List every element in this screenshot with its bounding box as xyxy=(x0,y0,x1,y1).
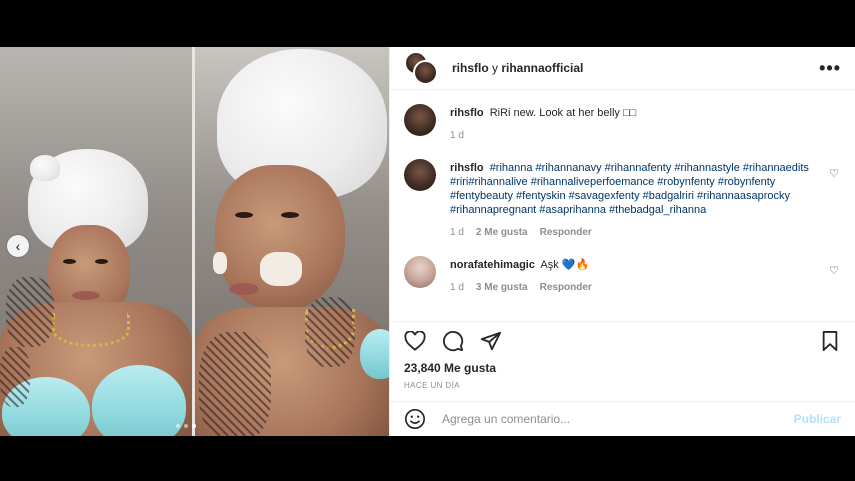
emoji-smiley-icon[interactable] xyxy=(404,408,426,430)
header-user1[interactable]: rihsflo xyxy=(452,61,489,75)
post-header: rihsflo y rihannaofficial ••• xyxy=(390,47,855,90)
carousel-dot xyxy=(176,424,180,428)
list-item: rihsflo #rihanna #rihannanavy #rihannafe… xyxy=(404,159,841,250)
bookmark-icon[interactable] xyxy=(819,330,841,352)
arm-tattoo-left xyxy=(0,347,30,407)
lips-right xyxy=(229,283,259,295)
bikini-strap-right xyxy=(360,329,389,379)
comment-time[interactable]: 1 d xyxy=(450,226,464,240)
avatar xyxy=(413,60,438,85)
avatar[interactable] xyxy=(404,256,436,288)
carousel-dots xyxy=(176,424,196,428)
comment-meta: 1 d 2 Me gusta Responder xyxy=(450,226,821,240)
caption-emoji: □□ xyxy=(622,107,637,119)
add-comment-bar: Publicar xyxy=(390,401,855,436)
comment-username[interactable]: norafatehimagic xyxy=(450,259,535,271)
comment-likes[interactable]: 3 Me gusta xyxy=(476,281,528,295)
share-send-icon[interactable] xyxy=(480,330,502,352)
heart-icon[interactable]: ♡ xyxy=(829,264,839,277)
header-usernames: rihsflo y rihannaofficial xyxy=(452,61,583,75)
publish-button[interactable]: Publicar xyxy=(794,412,841,426)
fire-emoji: 🔥 xyxy=(575,259,590,271)
avatar[interactable] xyxy=(404,159,436,191)
comment-username[interactable]: rihsflo xyxy=(450,162,484,174)
comment-meta: 1 d 3 Me gusta Responder xyxy=(450,281,841,295)
comment-bubble-icon[interactable] xyxy=(442,330,464,352)
comment-text: Aşk xyxy=(540,259,559,271)
hand-tattoo-right-2 xyxy=(305,297,355,367)
face-cream-2 xyxy=(213,252,227,274)
more-options-icon[interactable]: ••• xyxy=(819,59,841,77)
comment-body: norafatehimagic Aşk 💙🔥 1 d 3 Me gusta Re… xyxy=(450,256,841,305)
caption-body: rihsflo RiRi new. Look at her belly □□ 1… xyxy=(450,104,841,153)
photo-left xyxy=(0,47,192,436)
likes-count[interactable]: 23,840 Me gusta xyxy=(404,361,841,375)
like-heart-icon[interactable] xyxy=(404,330,426,352)
heart-icon[interactable]: ♡ xyxy=(829,167,839,180)
carousel-dot xyxy=(184,424,188,428)
post-side-panel: rihsflo y rihannaofficial ••• rihsflo Ri… xyxy=(389,47,855,436)
instagram-post: ‹ rihsflo y rihannaofficial ••• rihsflo xyxy=(0,47,855,436)
header-user2[interactable]: rihannaofficial xyxy=(501,61,583,75)
comment-body: rihsflo #rihanna #rihannanavy #rihannafe… xyxy=(450,159,841,250)
avatar[interactable] xyxy=(404,104,436,136)
action-icons xyxy=(404,330,841,352)
reply-button[interactable]: Responder xyxy=(540,281,592,295)
reply-button[interactable]: Responder xyxy=(540,226,592,240)
post-media[interactable]: ‹ xyxy=(0,47,389,436)
carousel-dot-active xyxy=(192,424,196,428)
eye-left-2 xyxy=(95,259,108,264)
caption: rihsflo RiRi new. Look at her belly □□ 1… xyxy=(404,104,841,153)
eye-left-1 xyxy=(63,259,76,264)
carousel-prev-button[interactable]: ‹ xyxy=(7,235,29,257)
necklace-left xyxy=(52,313,130,347)
caption-meta: 1 d xyxy=(450,129,841,143)
caption-text: RiRi new. Look at her belly xyxy=(489,107,620,119)
post-timestamp[interactable]: HACE UN DÍA xyxy=(404,381,841,390)
face-cream xyxy=(260,252,302,286)
photo-right xyxy=(195,47,389,436)
caption-time[interactable]: 1 d xyxy=(450,129,464,143)
eye-right-2 xyxy=(281,212,299,218)
list-item: norafatehimagic Aşk 💙🔥 1 d 3 Me gusta Re… xyxy=(404,256,841,305)
hand-tattoo-right xyxy=(199,332,271,436)
comments-list: rihsflo RiRi new. Look at her belly □□ 1… xyxy=(390,90,855,321)
comment-input[interactable] xyxy=(442,412,794,426)
comment-likes[interactable]: 2 Me gusta xyxy=(476,226,528,240)
towel-knot-left xyxy=(30,155,60,181)
caption-username[interactable]: rihsflo xyxy=(450,107,484,119)
header-separator: y xyxy=(488,61,502,75)
collab-avatars[interactable] xyxy=(404,51,438,85)
post-actions: 23,840 Me gusta HACE UN DÍA xyxy=(390,321,855,390)
comment-hashtags[interactable]: #rihanna #rihannanavy #rihannafenty #rih… xyxy=(450,162,809,216)
comment-time[interactable]: 1 d xyxy=(450,281,464,295)
blue-heart-emoji: 💙 xyxy=(561,259,576,271)
eye-right-1 xyxy=(235,212,253,218)
chevron-left-icon: ‹ xyxy=(15,238,21,254)
hand-tattoo-left xyxy=(6,277,54,347)
lips-left xyxy=(72,291,100,300)
